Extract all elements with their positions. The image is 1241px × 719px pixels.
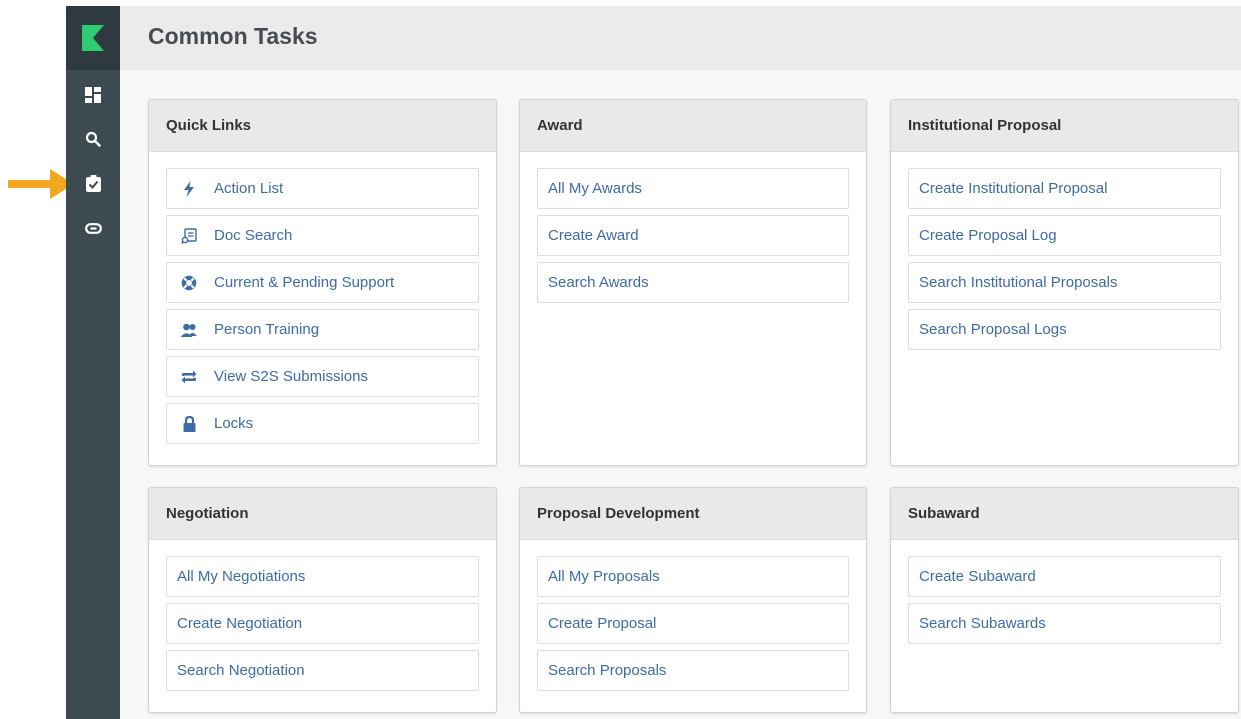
panel-title: Award — [520, 100, 866, 152]
quick-link-action-list[interactable]: Action List — [166, 168, 479, 209]
link-label: View S2S Submissions — [214, 368, 368, 385]
sidebar — [66, 6, 120, 719]
kuali-logo-icon — [82, 25, 104, 51]
sidebar-item-links[interactable] — [66, 208, 120, 248]
link-label: Person Training — [214, 321, 320, 338]
ip-link-search-proposal-logs[interactable]: Search Proposal Logs — [908, 309, 1221, 350]
page-title: Common Tasks — [148, 23, 318, 49]
panel-title: Proposal Development — [520, 488, 866, 540]
app-logo[interactable] — [66, 6, 120, 70]
pd-link-create-proposal[interactable]: Create Proposal — [537, 603, 849, 644]
negotiation-link-create-negotiation[interactable]: Create Negotiation — [166, 603, 479, 644]
panel-subaward: Subaward Create Subaward Search Subaward… — [890, 487, 1239, 713]
life-ring-icon — [178, 274, 200, 292]
panel-title: Negotiation — [149, 488, 496, 540]
quick-link-person-training[interactable]: Person Training — [166, 309, 479, 350]
panel-title: Institutional Proposal — [891, 100, 1238, 152]
award-link-create-award[interactable]: Create Award — [537, 215, 849, 256]
document-search-icon — [178, 227, 200, 245]
subaward-link-create-subaward[interactable]: Create Subaward — [908, 556, 1221, 597]
quick-link-view-s2s-submissions[interactable]: View S2S Submissions — [166, 356, 479, 397]
panel-proposal-development: Proposal Development All My Proposals Cr… — [519, 487, 867, 713]
award-link-search-awards[interactable]: Search Awards — [537, 262, 849, 303]
link-label: Action List — [214, 180, 284, 197]
quick-link-doc-search[interactable]: Doc Search — [166, 215, 479, 256]
pd-link-all-my-proposals[interactable]: All My Proposals — [537, 556, 849, 597]
search-icon — [85, 131, 101, 147]
award-link-all-my-awards[interactable]: All My Awards — [537, 168, 849, 209]
panel-negotiation: Negotiation All My Negotiations Create N… — [148, 487, 497, 713]
dashboard-icon — [85, 87, 101, 103]
negotiation-link-search-negotiation[interactable]: Search Negotiation — [166, 650, 479, 691]
sidebar-item-common-tasks[interactable] — [66, 163, 120, 203]
quick-link-locks[interactable]: Locks — [166, 403, 479, 444]
ip-link-create-institutional-proposal[interactable]: Create Institutional Proposal — [908, 168, 1221, 209]
clipboard-check-icon — [85, 174, 101, 192]
ip-link-search-institutional-proposals[interactable]: Search Institutional Proposals — [908, 262, 1221, 303]
link-label: Doc Search — [214, 227, 293, 244]
pd-link-search-proposals[interactable]: Search Proposals — [537, 650, 849, 691]
sidebar-item-search[interactable] — [66, 119, 120, 159]
panel-title: Subaward — [891, 488, 1238, 540]
panel-award: Award All My Awards Create Award Search … — [519, 99, 867, 466]
sidebar-item-dashboard[interactable] — [66, 75, 120, 115]
negotiation-link-all-my-negotiations[interactable]: All My Negotiations — [166, 556, 479, 597]
bolt-icon — [178, 180, 200, 198]
ip-link-create-proposal-log[interactable]: Create Proposal Log — [908, 215, 1221, 256]
quick-link-current-pending-support[interactable]: Current & Pending Support — [166, 262, 479, 303]
page-header: Common Tasks — [120, 6, 1241, 70]
lock-icon — [178, 415, 200, 433]
link-label: Locks — [214, 415, 254, 432]
subaward-link-search-subawards[interactable]: Search Subawards — [908, 603, 1221, 644]
link-label: Current & Pending Support — [214, 274, 395, 291]
panel-title: Quick Links — [149, 100, 496, 152]
panel-institutional-proposal: Institutional Proposal Create Institutio… — [890, 99, 1239, 466]
link-icon — [84, 222, 102, 234]
users-icon — [178, 321, 200, 339]
panel-quick-links: Quick Links Action List Doc Search Curre… — [148, 99, 497, 466]
exchange-icon — [178, 368, 200, 386]
